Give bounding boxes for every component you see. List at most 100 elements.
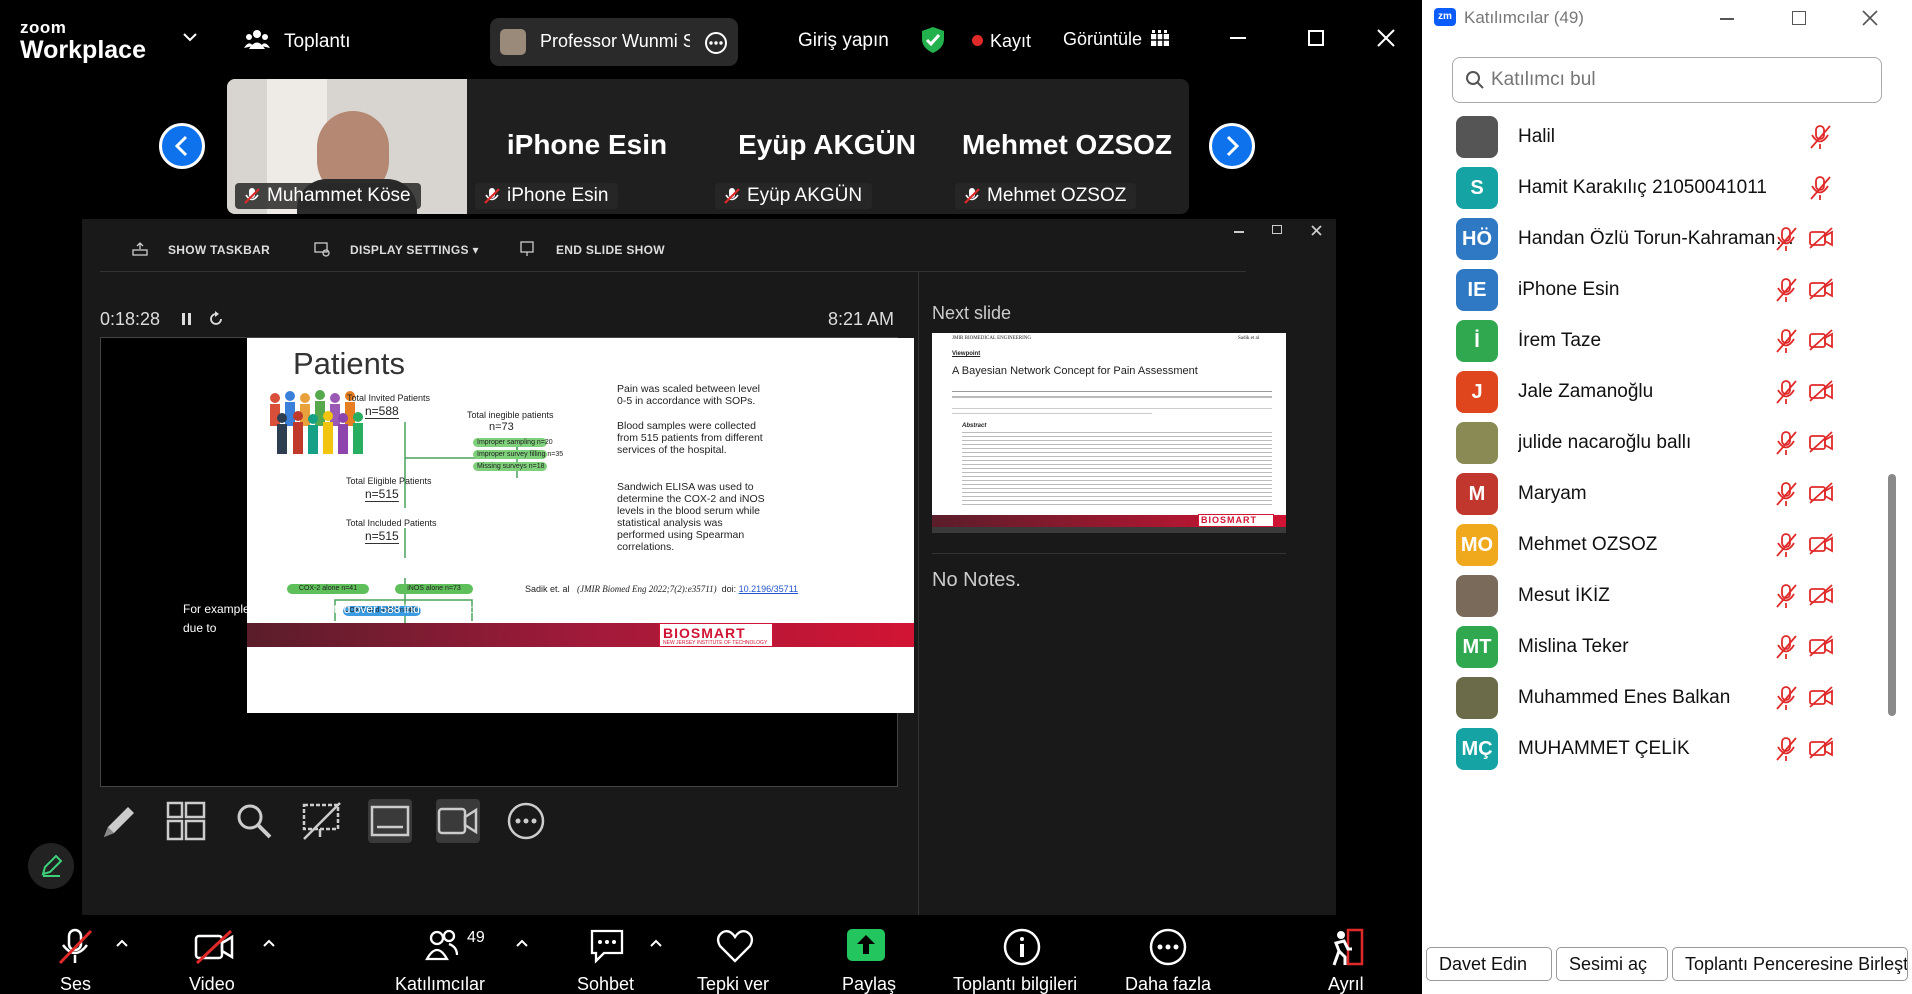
- video-tile[interactable]: iPhone Esin iPhone Esin: [467, 79, 707, 214]
- video-options-chevron-icon[interactable]: [262, 935, 276, 953]
- mic-muted-icon[interactable]: [1774, 481, 1798, 512]
- mic-muted-icon[interactable]: [1774, 328, 1798, 359]
- participant-search-box[interactable]: [1452, 57, 1882, 103]
- participant-row[interactable]: Halil: [1456, 112, 1886, 162]
- chevron-down-icon[interactable]: [182, 30, 198, 48]
- participant-row[interactable]: julide nacaroğlu ballı: [1456, 418, 1886, 468]
- mic-muted-icon[interactable]: [1808, 175, 1832, 206]
- gallery-next-button[interactable]: [1209, 123, 1255, 169]
- participant-row[interactable]: S Hamit Karakılıç 21050041011: [1456, 163, 1886, 213]
- participant-row[interactable]: MÇ MUHAMMET ÇELİK: [1456, 724, 1886, 774]
- avatar: IE: [1456, 269, 1498, 311]
- chat-options-chevron-icon[interactable]: [649, 935, 663, 953]
- video-tile[interactable]: Eyüp AKGÜN Eyüp AKGÜN: [707, 79, 947, 214]
- presenter-close-icon[interactable]: [1311, 223, 1322, 241]
- display-settings-button[interactable]: DISPLAY SETTINGS ▾: [350, 243, 479, 257]
- video-off-icon[interactable]: [1808, 634, 1834, 663]
- next-slide-author: Sadik et al: [1238, 336, 1260, 341]
- camera-toggle-icon[interactable]: [436, 799, 480, 843]
- video-tile[interactable]: Muhammet Köse: [227, 79, 467, 214]
- security-shield-icon[interactable]: [920, 26, 946, 59]
- search-input[interactable]: [1491, 68, 1861, 92]
- meeting-info-icon[interactable]: [1002, 927, 1042, 972]
- participant-row[interactable]: MO Mehmet OZSOZ: [1456, 520, 1886, 570]
- video-off-icon[interactable]: [1808, 532, 1834, 561]
- meeting-menu[interactable]: Toplantı: [284, 31, 351, 53]
- mic-muted-icon[interactable]: [1774, 379, 1798, 410]
- participant-row[interactable]: HÖ Handan Özlü Torun-Kahramanmaraş: [1456, 214, 1886, 264]
- minimize-window-icon[interactable]: [1230, 37, 1246, 39]
- reset-timer-icon[interactable]: [208, 311, 224, 332]
- video-off-icon[interactable]: [1808, 328, 1834, 357]
- scrollbar-track[interactable]: [1888, 110, 1896, 920]
- people-icon[interactable]: [244, 28, 270, 55]
- participants-icon[interactable]: [425, 927, 459, 968]
- participant-row[interactable]: M Maryam: [1456, 469, 1886, 519]
- mic-muted-icon[interactable]: [1774, 583, 1798, 614]
- participant-row[interactable]: J Jale Zamanoğlu: [1456, 367, 1886, 417]
- subtitles-toggle-icon[interactable]: [368, 799, 412, 843]
- participant-row[interactable]: MT Mislina Teker: [1456, 622, 1886, 672]
- more-options-icon[interactable]: [704, 31, 728, 60]
- view-button[interactable]: Görüntüle: [1063, 29, 1142, 50]
- video-off-icon[interactable]: [1808, 226, 1834, 255]
- video-off-icon[interactable]: [1808, 379, 1834, 408]
- mic-muted-icon[interactable]: [1774, 277, 1798, 308]
- gallery-prev-button[interactable]: [159, 123, 205, 169]
- live-caption: For examples, here they invited over 588…: [183, 602, 668, 635]
- scrollbar-thumb[interactable]: [1888, 474, 1896, 716]
- share-screen-icon[interactable]: [847, 929, 885, 966]
- more-options-icon[interactable]: [504, 799, 548, 843]
- merge-window-button[interactable]: Toplantı Penceresine Birleştir: [1672, 947, 1908, 981]
- end-slide-show-button[interactable]: END SLIDE SHOW: [556, 243, 665, 257]
- pause-timer-icon[interactable]: [180, 311, 194, 332]
- pen-tool-icon[interactable]: [96, 799, 140, 843]
- panel-minimize-icon[interactable]: [1720, 18, 1734, 20]
- reaction-heart-icon[interactable]: [715, 927, 755, 970]
- close-window-icon[interactable]: [1377, 29, 1395, 52]
- mic-muted-icon[interactable]: [1774, 685, 1798, 716]
- participants-options-chevron-icon[interactable]: [515, 935, 529, 953]
- sign-in-link[interactable]: Giriş yapın: [798, 30, 889, 52]
- video-off-icon[interactable]: [1808, 277, 1834, 306]
- leave-meeting-icon[interactable]: [1328, 927, 1366, 972]
- participant-row[interactable]: İ İrem Taze: [1456, 316, 1886, 366]
- video-off-icon[interactable]: [193, 927, 235, 972]
- zoom-magnifier-icon[interactable]: [232, 799, 276, 843]
- maximize-window-icon[interactable]: [1308, 30, 1324, 46]
- panel-maximize-icon[interactable]: [1792, 11, 1806, 25]
- video-off-icon[interactable]: [1808, 685, 1834, 714]
- mic-muted-icon[interactable]: [1774, 226, 1798, 257]
- see-all-slides-icon[interactable]: [164, 799, 208, 843]
- more-icon[interactable]: [1148, 927, 1188, 972]
- presenter-restore-icon[interactable]: [1272, 225, 1282, 234]
- next-slide-preview[interactable]: JMIR BIOMEDICAL ENGINEERING Sadik et al …: [932, 333, 1286, 533]
- participant-row[interactable]: Mesut İKİZ: [1456, 571, 1886, 621]
- mic-muted-icon[interactable]: [1774, 736, 1798, 767]
- mic-muted-icon[interactable]: [55, 927, 95, 972]
- grid-view-icon[interactable]: [1151, 30, 1169, 51]
- video-off-icon[interactable]: [1808, 481, 1834, 510]
- video-off-icon[interactable]: [1808, 430, 1834, 459]
- participant-row[interactable]: Muhammed Enes Balkan: [1456, 673, 1886, 723]
- mic-muted-icon[interactable]: [1808, 124, 1832, 155]
- record-button[interactable]: Kayıt: [990, 31, 1031, 52]
- unmute-me-button[interactable]: Sesimi aç: [1556, 947, 1668, 981]
- video-tile[interactable]: Mehmet OZSOZ Mehmet OZSOZ: [947, 79, 1187, 214]
- presenter-minimize-icon[interactable]: [1234, 231, 1244, 233]
- audio-options-chevron-icon[interactable]: [115, 935, 129, 953]
- mic-muted-icon[interactable]: [1774, 430, 1798, 461]
- participant-row[interactable]: IE iPhone Esin: [1456, 265, 1886, 315]
- invite-button[interactable]: Davet Edin: [1426, 947, 1552, 981]
- video-off-icon[interactable]: [1808, 736, 1834, 765]
- panel-close-icon[interactable]: [1862, 10, 1878, 31]
- video-off-icon[interactable]: [1808, 583, 1834, 612]
- chat-icon[interactable]: [588, 927, 626, 970]
- annotate-fab[interactable]: [28, 843, 74, 889]
- show-taskbar-button[interactable]: SHOW TASKBAR: [168, 243, 270, 257]
- active-speaker-pill[interactable]: Professor Wunmi S: [490, 18, 738, 66]
- mic-muted-icon[interactable]: [1774, 634, 1798, 665]
- react-label: Tepki ver: [697, 974, 770, 994]
- black-screen-icon[interactable]: [300, 799, 344, 843]
- mic-muted-icon[interactable]: [1774, 532, 1798, 563]
